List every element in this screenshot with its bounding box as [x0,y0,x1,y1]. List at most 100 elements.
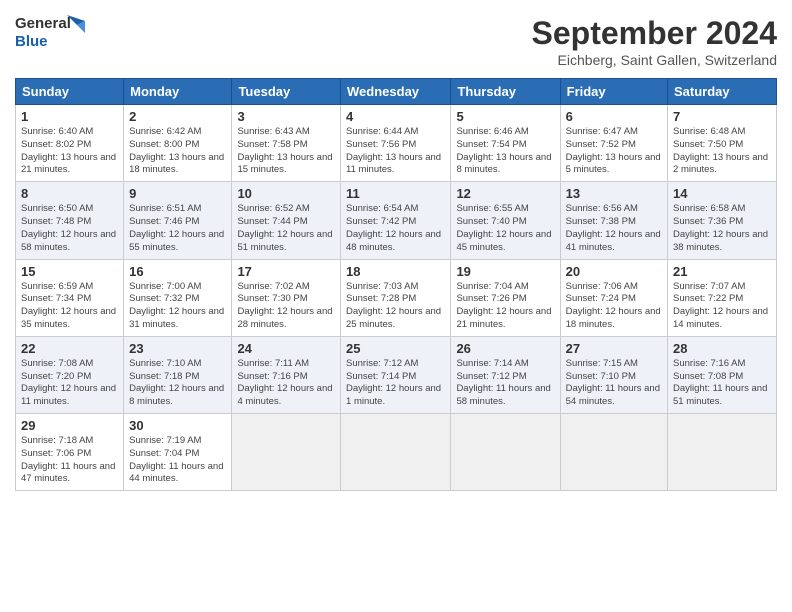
day-info: Sunrise: 6:56 AMSunset: 7:38 PMDaylight:… [566,203,662,254]
col-monday: Monday [124,79,232,105]
calendar-week-3: 15 Sunrise: 6:59 AMSunset: 7:34 PMDayligh… [16,259,777,336]
calendar-cell-5-6 [668,414,777,491]
day-info: Sunrise: 6:42 AMSunset: 8:00 PMDaylight:… [129,126,226,177]
calendar-cell-1-3: 4 Sunrise: 6:44 AMSunset: 7:56 PMDaylight… [341,105,451,182]
calendar-cell-2-6: 14Sunrise: 6:58 AMSunset: 7:36 PMDayligh… [668,182,777,259]
day-number: 23 [129,341,226,356]
day-info: Sunrise: 7:16 AMSunset: 7:08 PMDaylight:… [673,358,771,409]
day-number: 12 [456,186,554,201]
day-number: 13 [566,186,662,201]
calendar-cell-5-1: 30 Sunrise: 7:19 AMSunset: 7:04 PMDayligh… [124,414,232,491]
day-number: 1 [21,109,118,124]
day-number: 16 [129,264,226,279]
calendar-cell-5-3 [341,414,451,491]
day-number: 14 [673,186,771,201]
day-info: Sunrise: 7:19 AMSunset: 7:04 PMDaylight:… [129,435,226,486]
day-info: Sunrise: 7:07 AMSunset: 7:22 PMDaylight:… [673,281,771,332]
day-info: Sunrise: 6:59 AMSunset: 7:34 PMDaylight:… [21,281,118,332]
calendar-cell-2-1: 9 Sunrise: 6:51 AMSunset: 7:46 PMDaylight… [124,182,232,259]
calendar-cell-4-5: 27 Sunrise: 7:15 AMSunset: 7:10 PMDayligh… [560,336,667,413]
day-info: Sunrise: 7:06 AMSunset: 7:24 PMDaylight:… [566,281,662,332]
day-info: Sunrise: 7:04 AMSunset: 7:26 PMDaylight:… [456,281,554,332]
col-saturday: Saturday [668,79,777,105]
main-container: General Blue September 2024 Eichberg, Sa… [0,0,792,501]
day-number: 4 [346,109,445,124]
title-section: September 2024 Eichberg, Saint Gallen, S… [532,15,777,68]
day-number: 8 [21,186,118,201]
calendar-cell-5-2 [232,414,341,491]
day-number: 17 [237,264,335,279]
day-info: Sunrise: 6:51 AMSunset: 7:46 PMDaylight:… [129,203,226,254]
day-number: 2 [129,109,226,124]
day-number: 3 [237,109,335,124]
calendar-week-5: 29 Sunrise: 7:18 AMSunset: 7:06 PMDayligh… [16,414,777,491]
day-info: Sunrise: 6:43 AMSunset: 7:58 PMDaylight:… [237,126,335,177]
calendar-cell-4-0: 22 Sunrise: 7:08 AMSunset: 7:20 PMDayligh… [16,336,124,413]
day-info: Sunrise: 7:00 AMSunset: 7:32 PMDaylight:… [129,281,226,332]
day-number: 20 [566,264,662,279]
day-info: Sunrise: 6:54 AMSunset: 7:42 PMDaylight:… [346,203,445,254]
location: Eichberg, Saint Gallen, Switzerland [532,52,777,68]
calendar-cell-3-3: 18 Sunrise: 7:03 AMSunset: 7:28 PMDayligh… [341,259,451,336]
day-number: 9 [129,186,226,201]
logo-bird-icon [67,15,85,33]
day-info: Sunrise: 7:02 AMSunset: 7:30 PMDaylight:… [237,281,335,332]
calendar-cell-3-2: 17 Sunrise: 7:02 AMSunset: 7:30 PMDayligh… [232,259,341,336]
calendar-cell-4-2: 24Sunrise: 7:11 AMSunset: 7:16 PMDayligh… [232,336,341,413]
day-info: Sunrise: 6:47 AMSunset: 7:52 PMDaylight:… [566,126,662,177]
calendar-cell-4-6: 28 Sunrise: 7:16 AMSunset: 7:08 PMDayligh… [668,336,777,413]
calendar-cell-2-3: 11Sunrise: 6:54 AMSunset: 7:42 PMDayligh… [341,182,451,259]
day-info: Sunrise: 6:44 AMSunset: 7:56 PMDaylight:… [346,126,445,177]
calendar-cell-3-0: 15 Sunrise: 6:59 AMSunset: 7:34 PMDayligh… [16,259,124,336]
day-number: 10 [237,186,335,201]
calendar-cell-1-6: 7 Sunrise: 6:48 AMSunset: 7:50 PMDaylight… [668,105,777,182]
calendar-header-row: Sunday Monday Tuesday Wednesday Thursday… [16,79,777,105]
col-thursday: Thursday [451,79,560,105]
calendar-cell-5-4 [451,414,560,491]
calendar-cell-1-4: 5 Sunrise: 6:46 AMSunset: 7:54 PMDaylight… [451,105,560,182]
calendar-cell-1-2: 3 Sunrise: 6:43 AMSunset: 7:58 PMDaylight… [232,105,341,182]
calendar-cell-2-0: 8Sunrise: 6:50 AMSunset: 7:48 PMDaylight… [16,182,124,259]
calendar-cell-3-5: 20 Sunrise: 7:06 AMSunset: 7:24 PMDayligh… [560,259,667,336]
col-wednesday: Wednesday [341,79,451,105]
calendar-cell-2-2: 10 Sunrise: 6:52 AMSunset: 7:44 PMDayligh… [232,182,341,259]
col-friday: Friday [560,79,667,105]
calendar-cell-1-5: 6Sunrise: 6:47 AMSunset: 7:52 PMDaylight… [560,105,667,182]
calendar-cell-5-0: 29 Sunrise: 7:18 AMSunset: 7:06 PMDayligh… [16,414,124,491]
day-info: Sunrise: 7:03 AMSunset: 7:28 PMDaylight:… [346,281,445,332]
calendar-table: Sunday Monday Tuesday Wednesday Thursday… [15,78,777,491]
day-info: Sunrise: 6:52 AMSunset: 7:44 PMDaylight:… [237,203,335,254]
day-info: Sunrise: 7:08 AMSunset: 7:20 PMDaylight:… [21,358,118,409]
calendar-cell-2-4: 12Sunrise: 6:55 AMSunset: 7:40 PMDayligh… [451,182,560,259]
logo: General Blue [15,15,85,53]
month-title: September 2024 [532,15,777,52]
day-info: Sunrise: 7:10 AMSunset: 7:18 PMDaylight:… [129,358,226,409]
day-info: Sunrise: 6:48 AMSunset: 7:50 PMDaylight:… [673,126,771,177]
day-number: 18 [346,264,445,279]
day-number: 28 [673,341,771,356]
day-number: 15 [21,264,118,279]
header: General Blue September 2024 Eichberg, Sa… [15,15,777,68]
calendar-cell-4-4: 26 Sunrise: 7:14 AMSunset: 7:12 PMDayligh… [451,336,560,413]
day-number: 26 [456,341,554,356]
calendar-cell-1-0: 1Sunrise: 6:40 AMSunset: 8:02 PMDaylight… [16,105,124,182]
day-number: 30 [129,418,226,433]
calendar-week-2: 8Sunrise: 6:50 AMSunset: 7:48 PMDaylight… [16,182,777,259]
day-number: 29 [21,418,118,433]
day-number: 7 [673,109,771,124]
day-number: 22 [21,341,118,356]
day-info: Sunrise: 7:15 AMSunset: 7:10 PMDaylight:… [566,358,662,409]
day-info: Sunrise: 7:11 AMSunset: 7:16 PMDaylight:… [237,358,335,409]
day-info: Sunrise: 7:18 AMSunset: 7:06 PMDaylight:… [21,435,118,486]
calendar-week-4: 22 Sunrise: 7:08 AMSunset: 7:20 PMDayligh… [16,336,777,413]
day-info: Sunrise: 7:14 AMSunset: 7:12 PMDaylight:… [456,358,554,409]
day-info: Sunrise: 7:12 AMSunset: 7:14 PMDaylight:… [346,358,445,409]
calendar-cell-3-1: 16 Sunrise: 7:00 AMSunset: 7:32 PMDayligh… [124,259,232,336]
day-info: Sunrise: 6:46 AMSunset: 7:54 PMDaylight:… [456,126,554,177]
calendar-cell-4-3: 25Sunrise: 7:12 AMSunset: 7:14 PMDayligh… [341,336,451,413]
calendar-cell-2-5: 13 Sunrise: 6:56 AMSunset: 7:38 PMDayligh… [560,182,667,259]
calendar-week-1: 1Sunrise: 6:40 AMSunset: 8:02 PMDaylight… [16,105,777,182]
calendar-cell-4-1: 23 Sunrise: 7:10 AMSunset: 7:18 PMDayligh… [124,336,232,413]
day-number: 5 [456,109,554,124]
day-number: 27 [566,341,662,356]
